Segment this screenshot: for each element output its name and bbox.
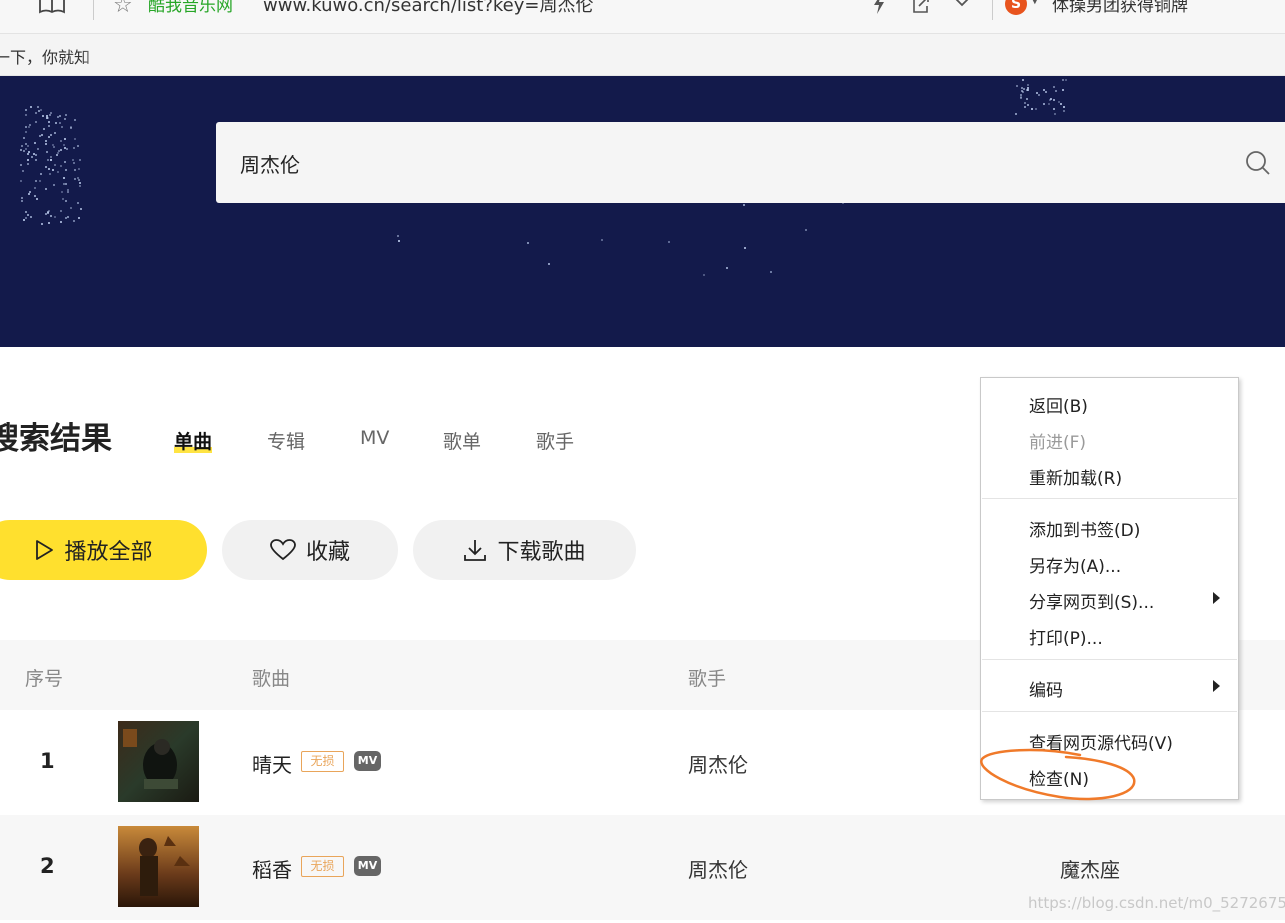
mv-badge[interactable]: MV [354,856,381,876]
row-index: 1 [40,749,55,773]
heart-icon [270,539,296,561]
context-menu: 返回(B) 前进(F) 重新加载(R) 添加到书签(D) 另存为(A)... 分… [980,377,1239,800]
submenu-arrow-icon [1213,592,1220,604]
row-index: 2 [40,854,55,878]
lightning-icon[interactable] [872,0,886,19]
page-title: 搜索结果 [0,421,112,457]
favorite-label: 收藏 [305,540,350,565]
address-bar-url[interactable]: www.kuwo.cn/search/list?key=周杰伦 [263,0,593,18]
search-icon[interactable] [1245,150,1271,176]
download-icon [463,538,487,562]
menu-divider [982,659,1237,660]
menu-divider [982,711,1237,712]
submenu-arrow-icon [1213,680,1220,692]
menu-item-reload[interactable]: 重新加载(R) [1029,464,1122,489]
album-name[interactable]: 魔杰座 [1060,854,1120,883]
watermark: https://blog.csdn.net/m0_52726759 [1028,894,1285,912]
site-name: 酷我音乐网 [148,0,233,16]
header-index: 序号 [25,668,64,690]
play-icon [34,539,54,561]
bookmark-book-icon[interactable] [38,0,66,19]
menu-item-view-source[interactable]: 查看网页源代码(V) [1029,729,1173,754]
play-all-label: 播放全部 [64,540,153,565]
mv-badge[interactable]: MV [354,751,381,771]
menu-item-forward: 前进(F) [1029,433,1087,453]
star-icon[interactable]: ☆ [113,0,133,18]
hot-news-text[interactable]: 体操男团获得铜牌 [1052,0,1188,18]
play-all-button[interactable]: 播放全部 [0,520,207,580]
lossless-badge: 无损 [301,751,344,772]
lossless-badge: 无损 [301,856,344,877]
menu-item-back[interactable]: 返回(B) [1029,392,1088,417]
bookmark-item[interactable]: 一下，你就知 [0,44,90,68]
back-arrow-icon[interactable] [0,0,10,19]
song-title[interactable]: 晴天 [252,749,292,778]
header-artist: 歌手 [688,668,727,690]
sogou-logo[interactable]: S [1005,0,1027,15]
menu-item-encoding[interactable]: 编码 [1029,676,1063,701]
artist-name[interactable]: 周杰伦 [688,854,748,883]
download-button[interactable]: 下载歌曲 [413,520,636,580]
search-input[interactable] [240,147,1140,179]
menu-item-save-as[interactable]: 另存为(A)... [1029,552,1121,577]
bookmark-bar: 一下，你就知 [0,34,1285,76]
browser-toolbar: ☆ 酷我音乐网 www.kuwo.cn/search/list?key=周杰伦 … [0,0,1285,34]
tab-singers[interactable]: 歌手 [536,427,574,454]
album-cover[interactable] [118,826,199,907]
chevron-down-icon[interactable] [953,0,971,17]
album-cover[interactable] [118,721,199,802]
tab-songs[interactable]: 单曲 [174,427,213,454]
download-label: 下载歌曲 [497,540,586,565]
header-song: 歌曲 [252,668,291,690]
tab-albums[interactable]: 专辑 [267,427,305,454]
search-banner [0,76,1285,347]
menu-item-share[interactable]: 分享网页到(S)... [1029,588,1154,613]
song-title[interactable]: 稻香 [252,854,292,883]
tab-mv[interactable]: MV [360,427,389,449]
tab-playlists[interactable]: 歌单 [443,427,481,454]
search-box[interactable] [216,122,1285,203]
menu-divider [982,498,1237,499]
caret-down-icon[interactable]: ▼ [1031,0,1039,6]
artist-name[interactable]: 周杰伦 [688,749,748,778]
menu-item-inspect[interactable]: 检查(N) [1029,765,1089,790]
menu-item-print[interactable]: 打印(P)... [1029,624,1103,649]
menu-item-bookmark[interactable]: 添加到书签(D) [1029,516,1140,541]
favorite-button[interactable]: 收藏 [222,520,398,580]
share-icon[interactable] [911,0,931,19]
